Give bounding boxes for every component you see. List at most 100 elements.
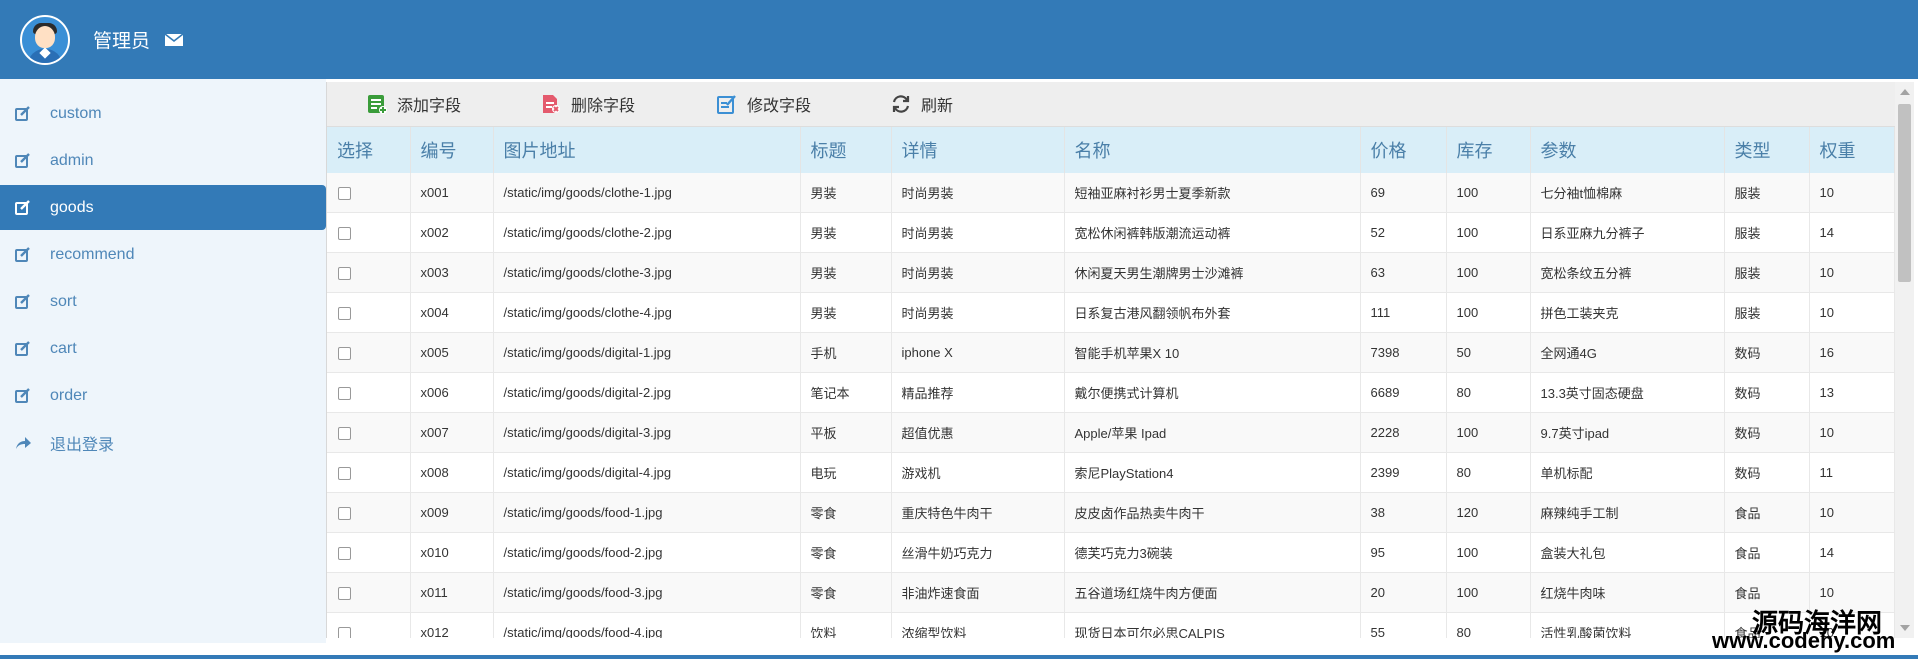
- admin-avatar[interactable]: [20, 14, 70, 65]
- table-row[interactable]: x003/static/img/goods/clothe-3.jpg 男装 时尚男装…: [327, 252, 1895, 293]
- table-cell: 55: [1360, 612, 1447, 638]
- table-cell: 11: [1809, 452, 1895, 493]
- row-checkbox[interactable]: [338, 187, 351, 201]
- table-cell: 100: [1446, 412, 1531, 453]
- table-cell: 6689: [1360, 372, 1447, 413]
- edit-icon: [14, 152, 32, 170]
- edit-icon: [14, 340, 32, 358]
- table-cell: 全网通4G: [1530, 332, 1725, 373]
- toolbar: 添加字段 删除字段 修改字段 刷新: [327, 82, 1899, 127]
- goods-table: 选择 编号 图片地址 标题 详情 名称 价格 库存 参数 类型 权重 x001/…: [327, 127, 1895, 638]
- table-cell: 10: [1809, 173, 1895, 213]
- mail-icon[interactable]: [164, 32, 184, 48]
- sidebar-item-order[interactable]: order: [0, 373, 326, 418]
- table-cell: 111: [1360, 292, 1447, 333]
- sidebar-item-recommend[interactable]: recommend: [0, 232, 326, 277]
- table-row[interactable]: x006/static/img/goods/digital-2.jpg 笔记本 精品…: [327, 372, 1895, 413]
- sidebar-item-cart[interactable]: cart: [0, 326, 326, 371]
- row-checkbox[interactable]: [338, 467, 351, 481]
- table-cell: 非油炸速食面: [891, 572, 1065, 613]
- sidebar-item-admin[interactable]: admin: [0, 138, 326, 183]
- column-header[interactable]: 库存: [1446, 127, 1531, 173]
- table-cell: 10: [1809, 492, 1895, 533]
- column-header[interactable]: 权重: [1809, 127, 1895, 173]
- table-cell: 14: [1809, 212, 1895, 253]
- add-field-button[interactable]: 添加字段: [367, 92, 461, 116]
- sidebar-item-logout[interactable]: 退出登录: [0, 420, 326, 465]
- table-cell: 38: [1360, 492, 1447, 533]
- table-cell: 9.7英寸ipad: [1530, 412, 1725, 453]
- add-field-label: 添加字段: [397, 98, 462, 115]
- table-cell: 10: [1809, 252, 1895, 293]
- vertical-scrollbar[interactable]: [1895, 82, 1914, 638]
- column-header[interactable]: 标题: [800, 127, 892, 173]
- table-row[interactable]: x004/static/img/goods/clothe-4.jpg 男装 时尚男装…: [327, 292, 1895, 333]
- delete-field-button[interactable]: 删除字段: [541, 92, 635, 116]
- sidebar-item-label: recommend: [50, 245, 135, 263]
- column-header[interactable]: 详情: [891, 127, 1065, 173]
- table-row[interactable]: x011/static/img/goods/food-3.jpg 零食 非油炸速食面…: [327, 572, 1895, 613]
- scroll-thumb[interactable]: [1898, 104, 1911, 282]
- column-header[interactable]: 价格: [1360, 127, 1447, 173]
- row-select-cell: [327, 332, 411, 373]
- table-cell: 服装: [1724, 173, 1810, 213]
- table-row[interactable]: x001/static/img/goods/clothe-1.jpg 男装 时尚男装…: [327, 173, 1895, 213]
- column-header[interactable]: 名称: [1064, 127, 1361, 173]
- row-checkbox[interactable]: [338, 427, 351, 441]
- row-checkbox[interactable]: [338, 587, 351, 601]
- edit-field-button[interactable]: 修改字段: [717, 92, 811, 116]
- table-cell: 13: [1809, 372, 1895, 413]
- sidebar-item-custom[interactable]: custom: [0, 91, 326, 136]
- row-select-cell: [327, 532, 411, 573]
- refresh-button[interactable]: 刷新: [891, 92, 953, 116]
- table-cell: 德芙巧克力3碗装: [1064, 532, 1361, 573]
- table-row[interactable]: x005/static/img/goods/digital-1.jpg 手机 iph…: [327, 332, 1895, 373]
- row-checkbox[interactable]: [338, 387, 351, 401]
- bottom-border: [0, 655, 1918, 659]
- table-cell: 14: [1809, 532, 1895, 573]
- table-row[interactable]: x009/static/img/goods/food-1.jpg 零食 重庆特色牛肉…: [327, 492, 1895, 533]
- table-cell: x004: [410, 292, 494, 333]
- table-cell: 盒装大礼包: [1530, 532, 1725, 573]
- column-header[interactable]: 类型: [1724, 127, 1810, 173]
- edit-doc-icon: [717, 94, 737, 114]
- scroll-down-arrow-icon[interactable]: [1900, 625, 1910, 631]
- table-cell: 10: [1809, 412, 1895, 453]
- table-row[interactable]: x010/static/img/goods/food-2.jpg 零食 丝滑牛奶巧克…: [327, 532, 1895, 573]
- column-header[interactable]: 图片地址: [493, 127, 801, 173]
- table-cell: 数码: [1724, 372, 1810, 413]
- table-cell: /static/img/goods/digital-4.jpg: [493, 452, 801, 493]
- table-row[interactable]: x008/static/img/goods/digital-4.jpg 电玩 游戏机…: [327, 452, 1895, 493]
- row-checkbox[interactable]: [338, 267, 351, 281]
- column-header[interactable]: 选择: [327, 127, 411, 173]
- row-checkbox[interactable]: [338, 507, 351, 521]
- row-checkbox[interactable]: [338, 627, 351, 638]
- table-row[interactable]: x007/static/img/goods/digital-3.jpg 平板 超值优…: [327, 412, 1895, 453]
- table-cell: x009: [410, 492, 494, 533]
- table-cell: /static/img/goods/clothe-4.jpg: [493, 292, 801, 333]
- table-cell: 宽松休闲裤韩版潮流运动裤: [1064, 212, 1361, 253]
- table-cell: 戴尔便携式计算机: [1064, 372, 1361, 413]
- row-checkbox[interactable]: [338, 547, 351, 561]
- sidebar-item-label: admin: [50, 151, 94, 169]
- table-cell: x006: [410, 372, 494, 413]
- row-checkbox[interactable]: [338, 227, 351, 241]
- refresh-label: 刷新: [921, 98, 954, 115]
- table-row[interactable]: x002/static/img/goods/clothe-2.jpg 男装 时尚男装…: [327, 212, 1895, 253]
- column-header[interactable]: 编号: [410, 127, 494, 173]
- table-cell: 52: [1360, 212, 1447, 253]
- share-arrow-icon: [14, 434, 32, 452]
- table-cell: 零食: [800, 492, 892, 533]
- table-cell: 智能手机苹果X 10: [1064, 332, 1361, 373]
- edit-icon: [14, 199, 32, 217]
- table-cell: 100: [1446, 532, 1531, 573]
- column-header[interactable]: 参数: [1530, 127, 1725, 173]
- sidebar-item-goods[interactable]: goods: [0, 185, 326, 230]
- sidebar-item-sort[interactable]: sort: [0, 279, 326, 324]
- scroll-up-arrow-icon[interactable]: [1900, 89, 1910, 95]
- row-checkbox[interactable]: [338, 347, 351, 361]
- table-cell: 120: [1446, 492, 1531, 533]
- row-checkbox[interactable]: [338, 307, 351, 321]
- table-row[interactable]: x012/static/img/goods/food-4.jpg 饮料 浓缩型饮料现…: [327, 612, 1895, 638]
- table-cell: 时尚男装: [891, 292, 1065, 333]
